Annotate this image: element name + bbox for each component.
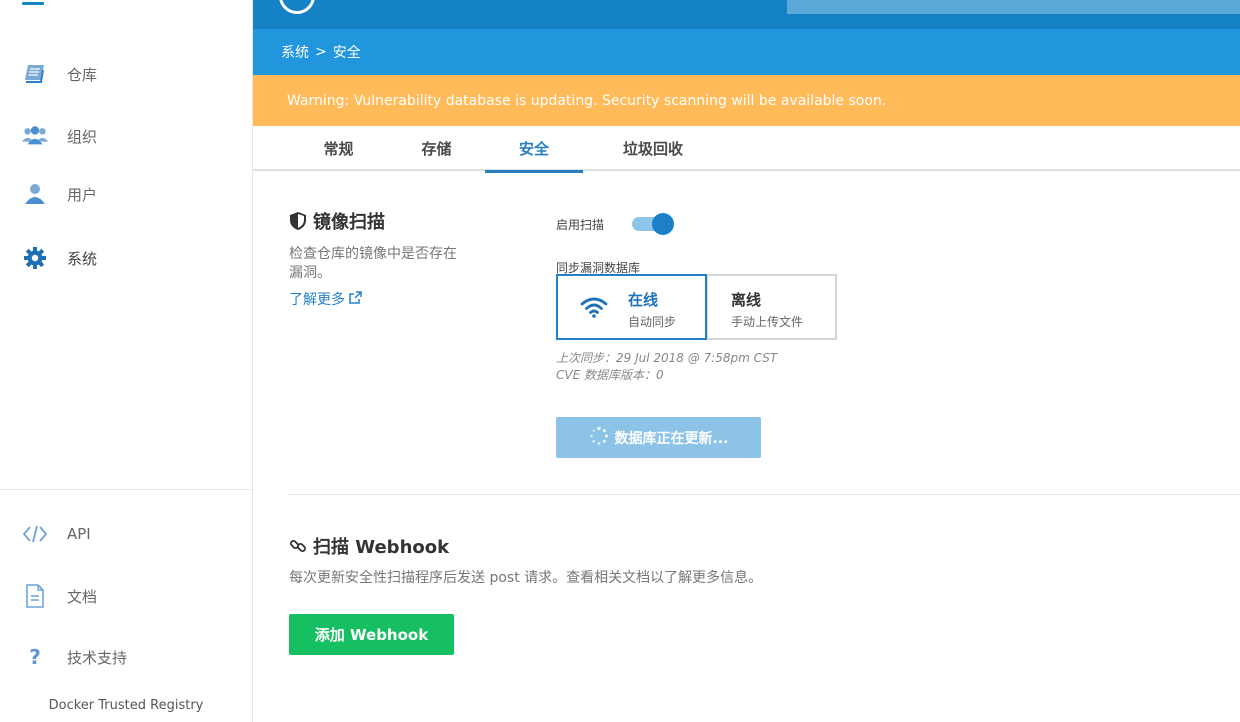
external-link-icon — [345, 290, 362, 308]
offline-mode-subtitle: 手动上传文件 — [731, 315, 804, 329]
sidebar-item-docs[interactable]: 文档 — [0, 576, 252, 616]
user-icon — [22, 181, 48, 207]
breadcrumb-parent[interactable]: 系统 — [281, 42, 309, 62]
tab-general[interactable]: 常规 — [301, 126, 376, 171]
wifi-icon — [580, 296, 608, 322]
warning-text: Warning: Vulnerability database is updat… — [287, 92, 887, 109]
menu-icon[interactable] — [22, 2, 44, 5]
top-header — [253, 0, 1240, 29]
code-icon — [22, 521, 48, 547]
offline-mode-title: 离线 — [731, 291, 762, 309]
cve-version-text: CVE 数据库版本：0 — [556, 368, 664, 382]
updating-button-label: 数据库正在更新... — [614, 430, 729, 447]
book-icon — [22, 61, 48, 87]
add-webhook-button[interactable]: 添加 Webhook — [289, 614, 454, 655]
product-name: Docker Trusted Registry — [48, 698, 204, 713]
breadcrumb: 系统 > 安全 — [253, 29, 1240, 75]
tab-storage[interactable]: 存储 — [399, 126, 474, 171]
sidebar-item-organizations[interactable]: 组织 — [0, 116, 252, 156]
enable-scanning-toggle[interactable] — [632, 213, 674, 235]
document-icon — [22, 583, 48, 609]
sidebar-item-label: 用户 — [67, 185, 98, 204]
link-icon — [289, 537, 307, 555]
sidebar-item-repositories[interactable]: 仓库 — [0, 54, 252, 94]
tab-garbage-collection[interactable]: 垃圾回收 — [598, 126, 708, 171]
scanning-section-title: 镜像扫描 — [289, 208, 385, 234]
gear-icon — [22, 245, 48, 271]
section-divider — [289, 494, 1240, 495]
settings-tabs: 常规 存储 安全 垃圾回收 — [253, 126, 1240, 173]
webhook-title-text: 扫描 Webhook — [313, 537, 450, 558]
search-input[interactable] — [787, 0, 1240, 14]
toggle-knob — [652, 213, 674, 235]
breadcrumb-current: 安全 — [332, 45, 361, 61]
logo-icon — [279, 0, 315, 14]
webhook-section-title: 扫描 Webhook — [289, 533, 449, 559]
offline-mode-option[interactable]: 离线 手动上传文件 — [706, 274, 837, 340]
sync-mode-selector: 在线 自动同步 离线 手动上传文件 — [556, 274, 837, 340]
learn-more-text: 了解更多 — [289, 292, 345, 308]
warning-banner: Warning: Vulnerability database is updat… — [253, 75, 1240, 126]
online-mode-title: 在线 — [628, 291, 659, 309]
users-icon — [22, 123, 48, 149]
sidebar-item-support[interactable]: ? 技术支持 — [0, 637, 252, 677]
enable-scanning-label: 启用扫描 — [556, 218, 605, 232]
sidebar-item-users[interactable]: 用户 — [0, 174, 252, 214]
breadcrumb-separator: > — [315, 44, 327, 60]
spinner-icon — [589, 426, 615, 450]
scanning-description-line2: 漏洞。 — [289, 265, 331, 281]
question-icon: ? — [29, 645, 41, 669]
tab-security[interactable]: 安全 — [485, 126, 583, 173]
sidebar-item-api[interactable]: API — [0, 514, 252, 554]
scanning-description-line1: 检查仓库的镜像中是否存在 — [289, 246, 457, 262]
sidebar-item-label: 系统 — [67, 249, 98, 268]
online-mode-option[interactable]: 在线 自动同步 — [556, 274, 707, 340]
sidebar-item-label: 文档 — [67, 587, 98, 606]
sidebar-item-label: 仓库 — [67, 65, 98, 84]
sidebar-divider — [0, 489, 252, 490]
database-updating-button: 数据库正在更新... — [556, 417, 761, 458]
sidebar-item-system[interactable]: 系统 — [0, 238, 252, 278]
sidebar-item-label: 技术支持 — [67, 648, 128, 667]
last-sync-text: 上次同步：29 Jul 2018 @ 7:58pm CST — [556, 351, 778, 365]
sidebar-item-label: API — [67, 525, 91, 543]
scanning-title-text: 镜像扫描 — [313, 212, 385, 233]
online-mode-subtitle: 自动同步 — [628, 315, 677, 329]
learn-more-link[interactable]: 了解更多 — [289, 289, 362, 309]
webhook-description: 每次更新安全性扫描程序后发送 post 请求。查看相关文档以了解更多信息。 — [289, 570, 763, 586]
sidebar: 仓库 组织 用户 系统 API 文档 ? 技术支持 Docker Trusted… — [0, 0, 253, 722]
shield-icon — [289, 211, 307, 231]
sidebar-item-label: 组织 — [67, 127, 98, 146]
